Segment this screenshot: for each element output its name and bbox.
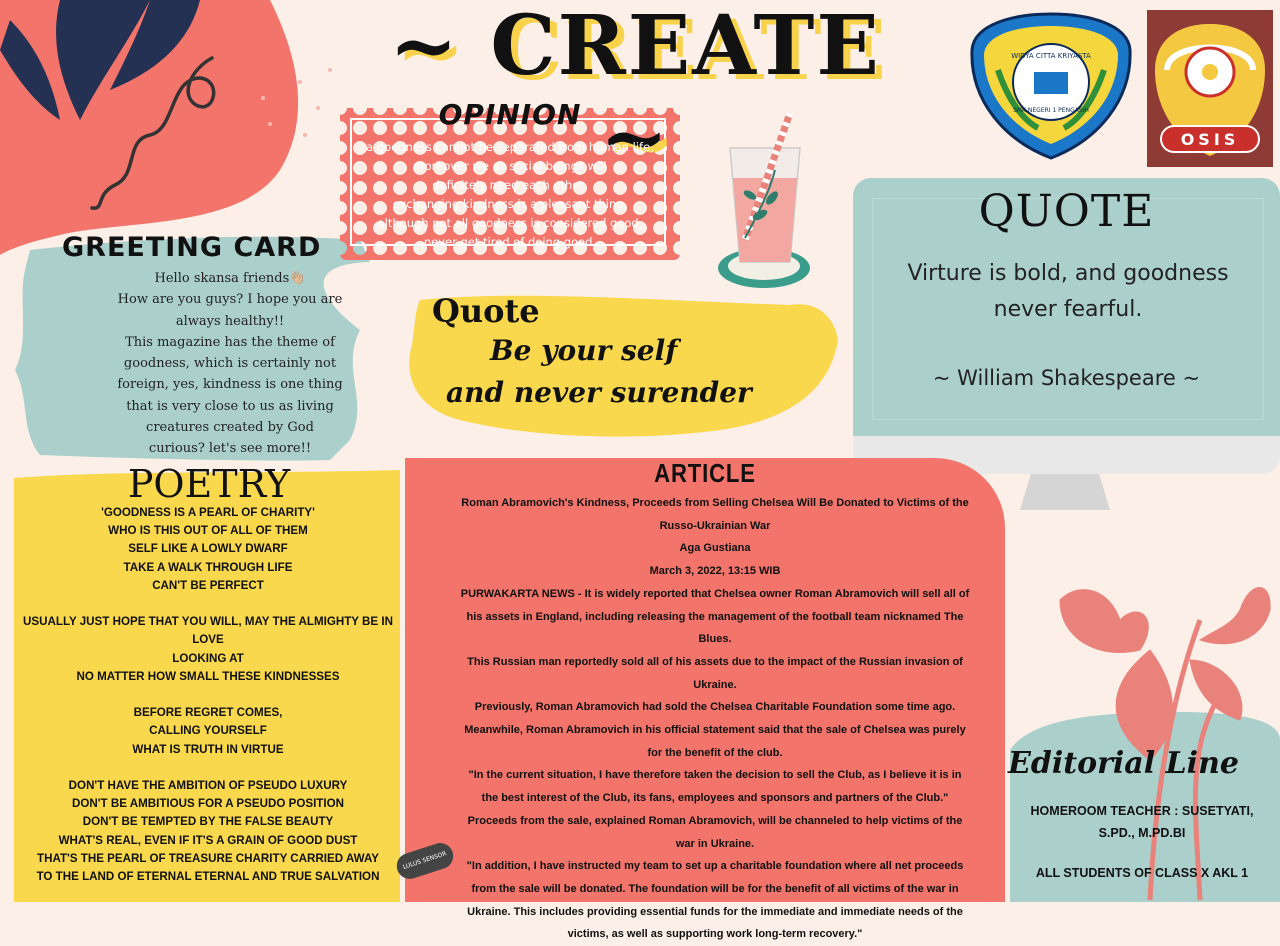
monitor-quote-text: Virture is bold, and goodness never fear… <box>907 261 1229 322</box>
yellow-quote-line-2: and never surender <box>446 376 752 409</box>
osis-logo-text: OSIS <box>1181 130 1240 149</box>
poetry-line <box>20 686 396 704</box>
poetry-title: POETRY <box>127 462 291 506</box>
poetry-line: don't be tempted by the false beauty <box>82 815 334 829</box>
poetry-line: what's real, even if it's a grain of goo… <box>58 833 358 847</box>
poetry-line: usually just hope that you will, may the… <box>23 615 393 647</box>
opinion-line: moreover we as social beings will <box>413 159 607 173</box>
poetry-line: calling yourself <box>149 724 267 738</box>
poetry-line: can't be perfect <box>152 578 264 592</box>
poetry-body: 'Goodness is a pearl of charity' who is t… <box>20 504 396 886</box>
article-paragraph: "In addition, I have instructed my team … <box>466 860 964 941</box>
opinion-body: a goodness cannot be separated from huma… <box>340 138 680 252</box>
greeting-line: foreign, yes, kindness is one thing <box>117 377 343 393</box>
monitor-quote-title: QUOTE <box>978 186 1155 237</box>
poetry-line: who is this out of all of them <box>108 524 308 538</box>
greeting-card-title: GREETING CARD <box>62 232 322 263</box>
opinion-line: exchanging kindness is a pleasant thing, <box>392 197 628 211</box>
yellow-quote-title: Quote <box>432 292 540 330</box>
article-author: Aga Gustiana <box>679 542 751 555</box>
poetry-line: take a walk through life <box>123 560 293 574</box>
greeting-line: curious? let's see more!! <box>148 441 312 457</box>
poetry-line: to the land of eternal eternal and true … <box>36 870 380 884</box>
yellow-quote-line-1: Be your self <box>490 334 678 367</box>
article-paragraph: Previously, Roman Abramovich had sold th… <box>474 701 956 714</box>
poetry-line: what is truth in virtue <box>132 742 284 756</box>
greeting-line: How are you guys? I hope you are <box>117 292 343 308</box>
greeting-line: always healthy!! <box>175 313 285 329</box>
poetry-line <box>20 759 396 777</box>
article-paragraph: PURWAKARTA NEWS - It is widely reported … <box>460 587 970 646</box>
school-logo: WIDYA CITTA KRIYASTA SMK NEGERI 1 PENGAS… <box>968 10 1134 162</box>
opinion-line: never get tired of doing good. <box>423 235 597 249</box>
editorial-teacher: HOMEROOM TEACHER : SUSETYATI, S.PD., M.P… <box>1030 804 1254 840</box>
greeting-card-body: Hello skansa friends👋🏼 How are you guys?… <box>88 268 372 460</box>
editorial-title: Editorial Line <box>1008 746 1239 781</box>
article-paragraph: "In the current situation, I have theref… <box>468 769 962 805</box>
school-logo-text-bottom: SMK NEGERI 1 PENGASIH <box>1013 107 1089 114</box>
opinion-line: although not all goodness is considered … <box>377 216 643 230</box>
greeting-line: creatures created by God <box>146 420 314 436</box>
monitor-quote-author: ~ William Shakespeare ~ <box>932 366 1201 390</box>
article-paragraph: Meanwhile, Roman Abramovich in his offic… <box>464 724 966 759</box>
poetry-line <box>20 595 396 613</box>
poetry-line: 'Goodness is a pearl of charity' <box>101 506 315 519</box>
article-headline: Roman Abramovich's Kindness, Proceeds fr… <box>461 497 969 532</box>
poetry-line: self like a lowly dwarf <box>128 542 288 556</box>
poetry-line: that's the pearl of treasure charity car… <box>36 851 379 865</box>
poetry-line: no matter how small these kindnesses <box>76 669 340 683</box>
greeting-line: This magazine has the theme of <box>125 334 335 350</box>
poetry-line: don't have the ambition of pseudo luxury <box>68 779 348 792</box>
opinion-line: definitely need each other, <box>432 178 588 192</box>
article-paragraph: Proceeds from the sale, explained Roman … <box>467 814 963 850</box>
page-title-container: ~ CREATE ~ <box>340 0 930 184</box>
poetry-line: looking at <box>172 651 244 665</box>
opinion-title: OPINION <box>438 98 582 131</box>
school-logo-text-top: WIDYA CITTA KRIYASTA <box>1011 52 1091 60</box>
poetry-line: don't be ambitious for a pseudo position <box>72 797 344 811</box>
opinion-line: a goodness cannot be separated from huma… <box>366 140 654 154</box>
osis-logo: OSIS <box>1147 10 1273 167</box>
article-date: March 3, 2022, 13:15 WIB <box>649 565 781 578</box>
article-paragraph: This Russian man reportedly sold all of … <box>467 655 963 691</box>
poetry-line: before regret comes, <box>133 706 283 720</box>
greeting-line: that is very close to us as living <box>126 398 334 414</box>
greeting-line: Hello skansa friends👋🏼 <box>154 271 306 286</box>
editorial-students: ALL STUDENTS OF CLASS X AKL 1 <box>1035 866 1249 880</box>
article-title: ARTICLE <box>654 458 756 488</box>
monitor-stand <box>1020 474 1110 510</box>
greeting-line: goodness, which is certainly not <box>123 356 337 372</box>
article-body: Roman Abramovich's Kindness, Proceeds fr… <box>460 492 970 946</box>
